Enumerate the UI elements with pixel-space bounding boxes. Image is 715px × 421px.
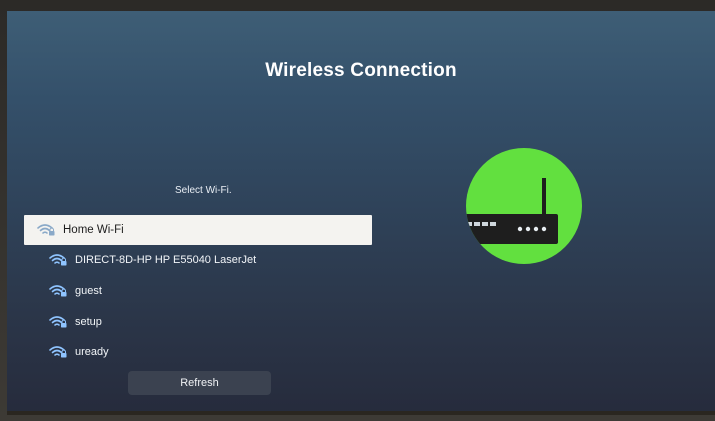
network-item-setup[interactable]: setup [24, 307, 372, 337]
wifi-secured-icon [49, 346, 67, 358]
network-label: DIRECT-8D-HP HP E55040 LaserJet [75, 254, 257, 266]
network-label: uready [75, 346, 109, 358]
network-label: Home Wi-Fi [63, 224, 124, 236]
network-label: guest [75, 285, 102, 297]
network-item-home-wifi[interactable]: Home Wi-Fi [24, 215, 372, 245]
network-item-direct-hp[interactable]: DIRECT-8D-HP HP E55040 LaserJet [24, 245, 372, 275]
select-wifi-prompt: Select Wi-Fi. [175, 185, 232, 196]
network-item-uready[interactable]: uready [24, 337, 372, 367]
page-title: Wireless Connection [265, 60, 457, 81]
wifi-secured-icon [49, 254, 67, 266]
refresh-button[interactable]: Refresh [128, 371, 271, 395]
tv-screen: Wireless Connection Select Wi-Fi. Home W… [7, 11, 715, 415]
wifi-secured-icon [37, 224, 55, 236]
network-item-guest[interactable]: guest [24, 276, 372, 306]
router-icon [466, 148, 582, 264]
network-label: setup [75, 316, 102, 328]
wifi-secured-icon [49, 316, 67, 328]
wifi-secured-icon [49, 285, 67, 297]
